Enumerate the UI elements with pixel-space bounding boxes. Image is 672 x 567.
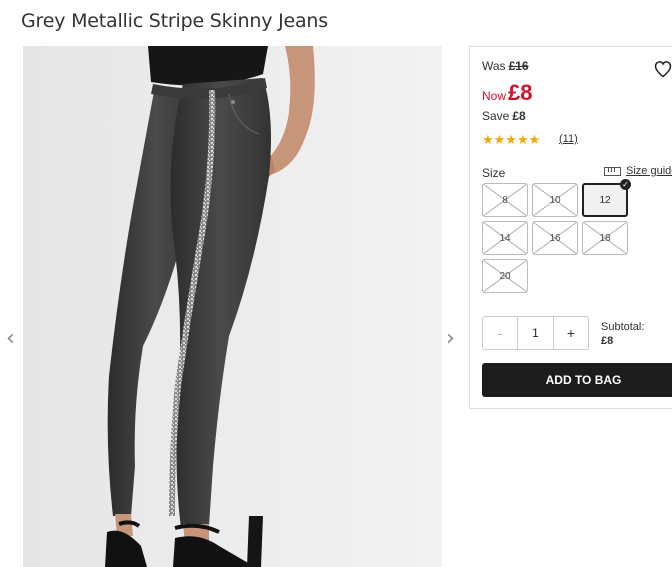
quantity-increase-button[interactable]: + — [553, 317, 588, 349]
add-to-bag-button[interactable]: ADD TO BAG — [482, 363, 672, 397]
size-option-18[interactable]: 18 — [582, 221, 628, 255]
size-option-label: 18 — [599, 232, 611, 244]
size-option-label: 10 — [549, 194, 561, 206]
size-option-label: 14 — [499, 232, 511, 244]
chevron-right-icon[interactable]: › — [446, 326, 455, 351]
ruler-icon — [604, 166, 621, 176]
size-option-20[interactable]: 20 — [482, 259, 528, 293]
now-price: Now£8 — [482, 80, 533, 106]
subtotal: Subtotal: £8 — [601, 320, 644, 348]
quantity-stepper: - + — [482, 316, 589, 350]
size-option-label: 8 — [502, 194, 508, 206]
product-buy-panel: Was £16 Now£8 Save £8 ★★★★★ (11) Size Size… — [469, 46, 672, 409]
size-option-8[interactable]: 8 — [482, 183, 528, 217]
heart-icon[interactable] — [653, 59, 672, 79]
size-label: Size — [482, 166, 506, 180]
now-label: Now — [482, 89, 507, 103]
subtotal-value: £8 — [601, 335, 614, 347]
size-guide-link[interactable]: Size guide — [604, 165, 672, 177]
now-price-value: £8 — [508, 80, 533, 105]
product-title: Grey Metallic Stripe Skinny Jeans — [21, 10, 328, 32]
size-option-label: 20 — [499, 270, 511, 282]
quantity-input[interactable] — [518, 317, 553, 349]
size-option-label: 12 — [599, 194, 611, 206]
size-option-14[interactable]: 14 — [482, 221, 528, 255]
save-label: Save — [482, 109, 510, 123]
rating-stars: ★★★★★ — [482, 132, 541, 147]
product-image — [23, 46, 442, 567]
size-option-10[interactable]: 10 — [532, 183, 578, 217]
quantity-decrease-button[interactable]: - — [483, 317, 518, 349]
product-page: Grey Metallic Stripe Skinny Jeans ‹ › Wa… — [0, 0, 672, 567]
review-count-link[interactable]: (11) — [559, 133, 578, 145]
save-amount: Save £8 — [482, 109, 526, 123]
save-value: £8 — [512, 109, 526, 123]
size-option-16[interactable]: 16 — [532, 221, 578, 255]
size-option-label: 16 — [549, 232, 561, 244]
was-price-value: £16 — [508, 59, 529, 73]
was-price: Was £16 — [482, 59, 529, 73]
was-label: Was — [482, 59, 506, 73]
subtotal-label: Subtotal: — [601, 321, 645, 333]
checkmark-icon: ✓ — [620, 179, 631, 190]
chevron-left-icon[interactable]: ‹ — [6, 326, 15, 351]
size-guide-label: Size guide — [626, 165, 672, 177]
